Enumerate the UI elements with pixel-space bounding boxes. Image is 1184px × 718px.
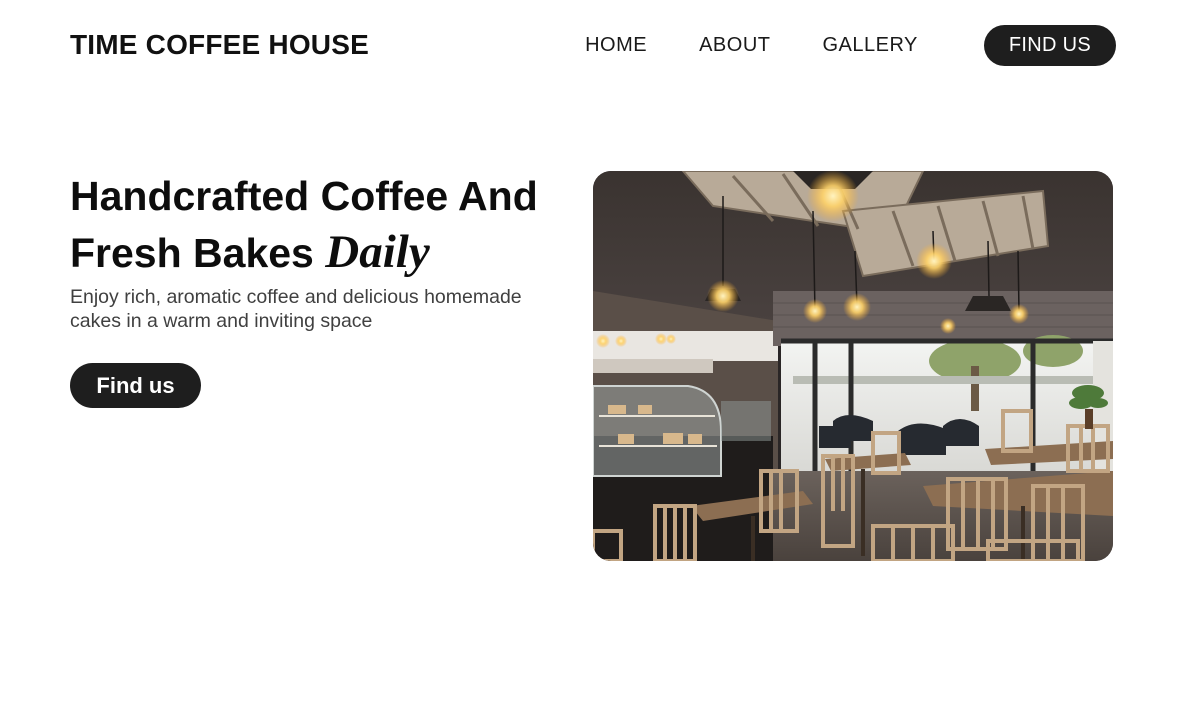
find-us-hero-button[interactable]: Find us [70, 363, 201, 408]
landing-page: TIME COFFEE HOUSE HOME ABOUT GALLERY FIN… [0, 0, 1184, 718]
cafe-interior-illustration [593, 171, 1113, 561]
hero-title-line1: Handcrafted Coffee And [70, 173, 538, 219]
hero-title: Handcrafted Coffee And Fresh Bakes Daily [70, 168, 580, 281]
nav-link-gallery[interactable]: GALLERY [822, 34, 917, 57]
hero-title-line2: Fresh Bakes [70, 230, 314, 276]
cafe-interior-photo [593, 171, 1113, 561]
site-header: TIME COFFEE HOUSE HOME ABOUT GALLERY FIN… [70, 24, 1116, 66]
hero-subtitle: Enjoy rich, aromatic coffee and deliciou… [70, 286, 522, 332]
nav-link-about[interactable]: ABOUT [699, 34, 770, 57]
main-nav: HOME ABOUT GALLERY FIND US [585, 24, 1116, 66]
find-us-nav-button[interactable]: FIND US [983, 24, 1116, 66]
nav-link-home[interactable]: HOME [585, 34, 647, 57]
hero-title-accent: Daily [325, 226, 430, 278]
brand-logo[interactable]: TIME COFFEE HOUSE [70, 29, 369, 61]
